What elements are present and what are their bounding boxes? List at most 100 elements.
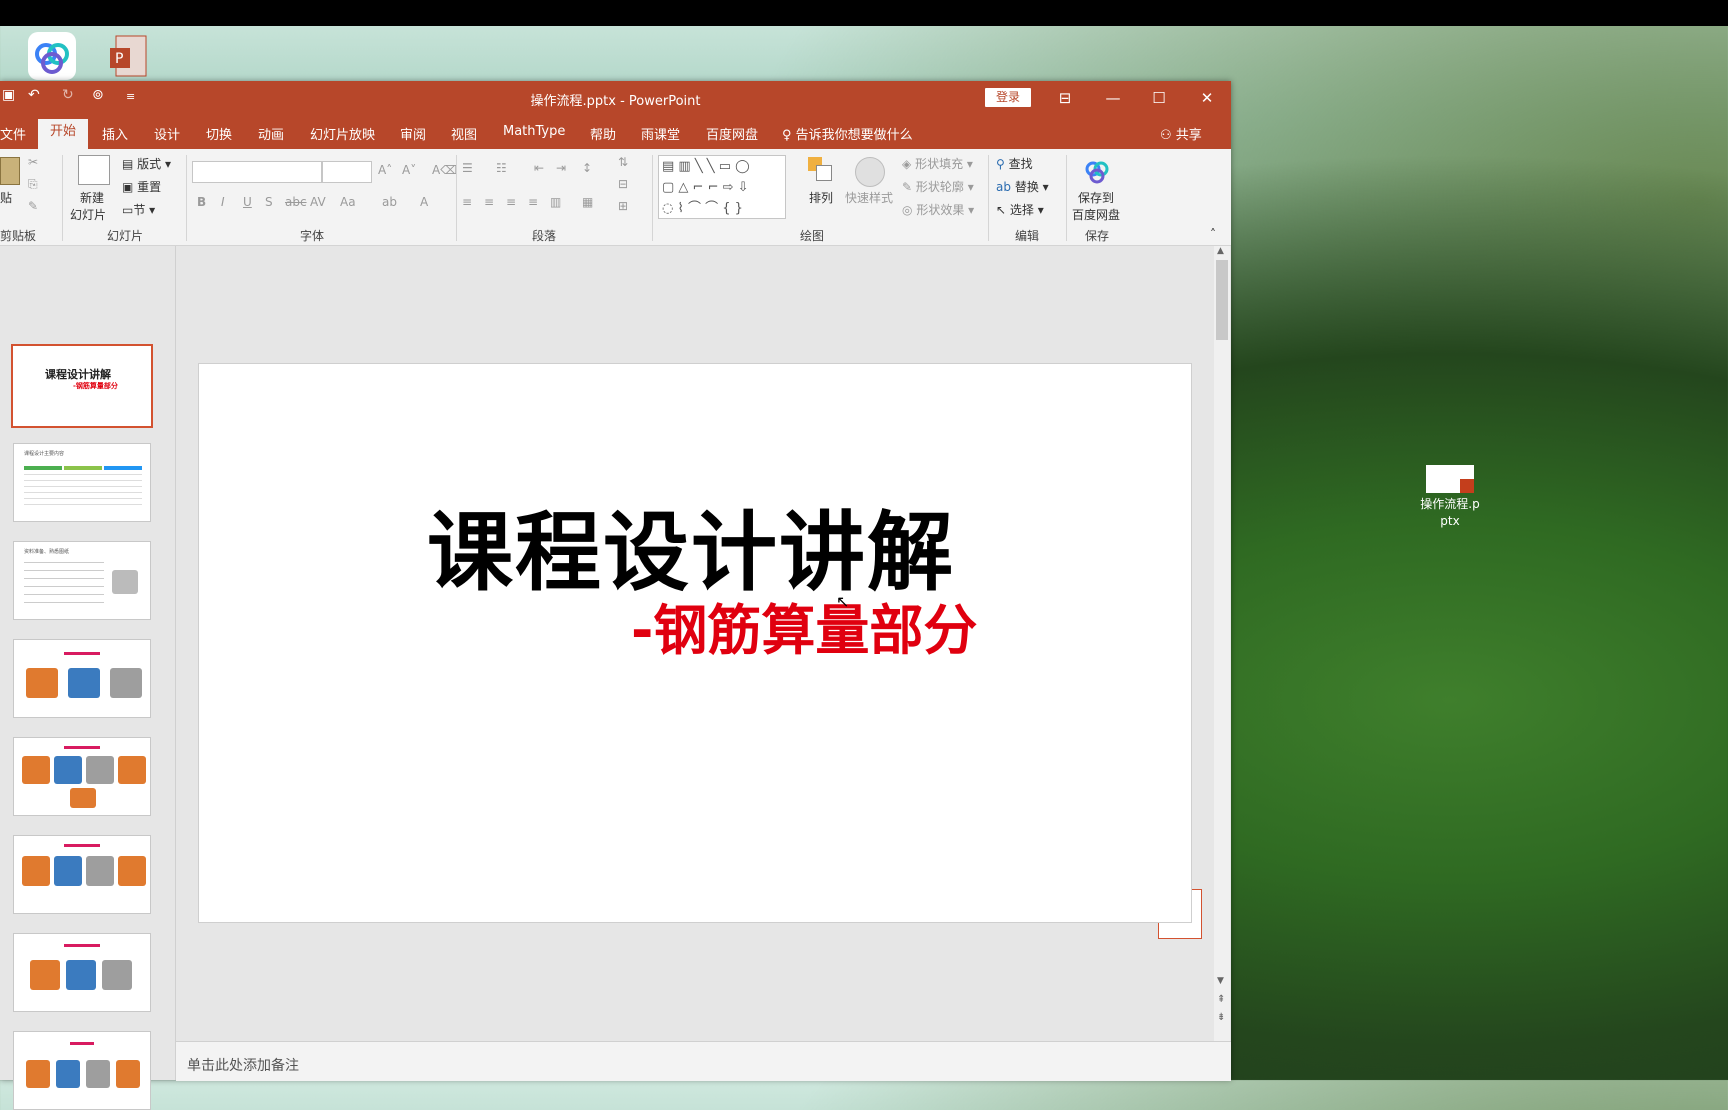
highlight-icon[interactable]: ab	[382, 195, 397, 209]
tab-help[interactable]: 帮助	[590, 124, 616, 143]
ribbon-tabs: 文件 开始 插入 设计 切换 动画 幻灯片放映 审阅 视图 MathType 帮…	[0, 115, 1231, 149]
decrease-font-icon[interactable]: A˅	[402, 163, 416, 177]
close-button[interactable]: ✕	[1187, 85, 1227, 111]
select-button[interactable]: ↖ 选择 ▾	[996, 201, 1044, 218]
login-button[interactable]: 登录	[985, 88, 1031, 107]
slide-thumb-5[interactable]	[13, 737, 151, 816]
tab-home[interactable]: 开始	[38, 119, 89, 149]
notes-pane[interactable]: 单击此处添加备注	[176, 1041, 1231, 1081]
tab-baidu-netdisk[interactable]: 百度网盘	[706, 124, 758, 143]
bold-icon[interactable]: B	[197, 195, 206, 209]
clear-formatting-icon[interactable]: A⌫	[432, 163, 457, 177]
bullets-icon[interactable]: ☰	[462, 161, 473, 175]
italic-icon[interactable]: I	[221, 195, 225, 209]
change-case-icon[interactable]: Aa	[340, 195, 356, 209]
slide-thumb-7[interactable]	[13, 933, 151, 1012]
align-right-icon[interactable]: ≡	[506, 195, 516, 209]
tab-mathtype[interactable]: MathType	[503, 124, 565, 139]
shadow-icon[interactable]: S	[265, 195, 273, 209]
vertical-scrollbar[interactable]: ▲ ▼ ⇞ ⇟	[1214, 246, 1230, 1076]
tab-insert[interactable]: 插入	[102, 124, 128, 143]
section-button[interactable]: ▭节 ▾	[122, 201, 155, 218]
line-spacing-icon[interactable]: ↕	[582, 161, 592, 175]
tab-rain-classroom[interactable]: 雨课堂	[641, 124, 680, 143]
new-slide-label-2[interactable]: 幻灯片	[70, 206, 106, 223]
find-button[interactable]: ⚲ 查找	[996, 155, 1033, 172]
new-slide-label-1[interactable]: 新建	[80, 189, 104, 206]
char-spacing-icon[interactable]: AV	[310, 195, 326, 209]
align-center-icon[interactable]: ≡	[484, 195, 494, 209]
increase-font-icon[interactable]: A˄	[378, 163, 392, 177]
quick-styles-label[interactable]: 快速样式	[845, 189, 893, 206]
reset-button[interactable]: ▣ 重置	[122, 178, 161, 195]
tell-me-search[interactable]: ♀ 告诉我你想要做什么	[782, 124, 913, 143]
tab-design[interactable]: 设计	[154, 124, 180, 143]
decrease-indent-icon[interactable]: ⇤	[534, 161, 544, 175]
tab-animations[interactable]: 动画	[258, 124, 284, 143]
slide-thumb-2[interactable]: 课程设计主要内容	[13, 443, 151, 522]
slide-thumb-4[interactable]	[13, 639, 151, 718]
shape-effects-button[interactable]: ◎ 形状效果 ▾	[902, 201, 974, 218]
distributed-icon[interactable]: ▥	[550, 195, 561, 209]
tab-review[interactable]: 审阅	[400, 124, 426, 143]
shape-fill-button[interactable]: ◈ 形状填充 ▾	[902, 155, 973, 172]
align-text-icon[interactable]: ⊟	[618, 177, 628, 191]
numbering-icon[interactable]: ☷	[496, 161, 507, 175]
tab-view[interactable]: 视图	[451, 124, 477, 143]
format-painter-icon[interactable]: ✎	[28, 199, 38, 213]
next-slide-icon[interactable]: ⇟	[1217, 1012, 1225, 1023]
tell-me-label: 告诉我你想要做什么	[795, 128, 913, 143]
save-to-label-2[interactable]: 百度网盘	[1072, 206, 1120, 223]
smartart-icon[interactable]: ⊞	[618, 199, 628, 213]
prev-slide-icon[interactable]: ⇞	[1217, 994, 1225, 1005]
scroll-down-icon[interactable]: ▼	[1217, 976, 1224, 986]
collapse-ribbon-icon[interactable]: ˄	[1210, 227, 1216, 241]
mouse-cursor-icon: ↖	[836, 592, 850, 611]
increase-indent-icon[interactable]: ⇥	[556, 161, 566, 175]
slide-thumb-8[interactable]	[13, 1031, 151, 1110]
paste-icon[interactable]	[0, 157, 20, 185]
share-button[interactable]: ⚇ 共享	[1160, 124, 1202, 143]
layout-button[interactable]: ▤ 版式 ▾	[122, 155, 171, 172]
baidu-netdisk-desktop-icon[interactable]	[28, 32, 76, 80]
new-slide-icon[interactable]	[78, 155, 110, 185]
strikethrough-icon[interactable]: abc	[285, 195, 307, 209]
slide-subtitle[interactable]: -钢筋算量部分	[631, 586, 977, 665]
columns-icon[interactable]: ▦	[582, 195, 593, 209]
shapes-gallery[interactable]: ▤ ▥ ╲ ╲ ▭ ◯ ▢ △ ⌐ ⌐ ⇨ ⇩ ◌ ⌇ ⌒ ⌒ { }	[658, 155, 786, 219]
slide-thumb-1[interactable]: 课程设计讲解 -钢筋算量部分	[11, 344, 153, 428]
maximize-button[interactable]: ☐	[1139, 85, 1179, 111]
font-color-icon[interactable]: A	[420, 195, 428, 209]
replace-button[interactable]: ab 替换 ▾	[996, 178, 1049, 195]
powerpoint-desktop-icon[interactable]: P	[110, 34, 150, 78]
text-direction-icon[interactable]: ⇅	[618, 155, 628, 169]
font-size-combo[interactable]	[322, 161, 372, 183]
title-bar: ▣ ↶ ↻ ⊚ ≡ 操作流程.pptx - PowerPoint 登录 ⊟ — …	[0, 81, 1231, 115]
slide-thumb-6[interactable]	[13, 835, 151, 914]
justify-icon[interactable]: ≡	[528, 195, 538, 209]
font-name-combo[interactable]	[192, 161, 322, 183]
ribbon-display-options-icon[interactable]: ⊟	[1045, 85, 1085, 111]
arrange-label[interactable]: 排列	[809, 189, 833, 206]
baidu-cloud-icon[interactable]	[1082, 157, 1112, 185]
slide-thumb-3[interactable]: 资料准备、熟悉图纸	[13, 541, 151, 620]
scroll-up-icon[interactable]: ▲	[1217, 246, 1224, 256]
shape-outline-button[interactable]: ✎ 形状轮廓 ▾	[902, 178, 974, 195]
quick-styles-icon[interactable]	[855, 157, 885, 187]
pptx-file-desktop-icon[interactable]: 操作流程.pptx	[1415, 465, 1485, 535]
align-left-icon[interactable]: ≡	[462, 195, 472, 209]
current-slide[interactable]: 课程设计讲解 -钢筋算量部分	[198, 363, 1192, 923]
copy-icon[interactable]: ⎘	[28, 177, 38, 192]
paste-label[interactable]: 贴	[0, 189, 12, 206]
tab-transitions[interactable]: 切换	[206, 124, 232, 143]
cut-icon[interactable]: ✂	[28, 155, 38, 169]
arrange-icon[interactable]	[808, 157, 834, 183]
svg-text:P: P	[115, 51, 123, 67]
save-to-label-1[interactable]: 保存到	[1078, 189, 1114, 206]
scroll-thumb[interactable]	[1216, 260, 1228, 340]
underline-icon[interactable]: U	[243, 195, 252, 209]
tab-file[interactable]: 文件	[0, 124, 26, 143]
minimize-button[interactable]: —	[1093, 85, 1133, 111]
font-group-label: 字体	[300, 229, 325, 243]
tab-slideshow[interactable]: 幻灯片放映	[310, 124, 375, 143]
